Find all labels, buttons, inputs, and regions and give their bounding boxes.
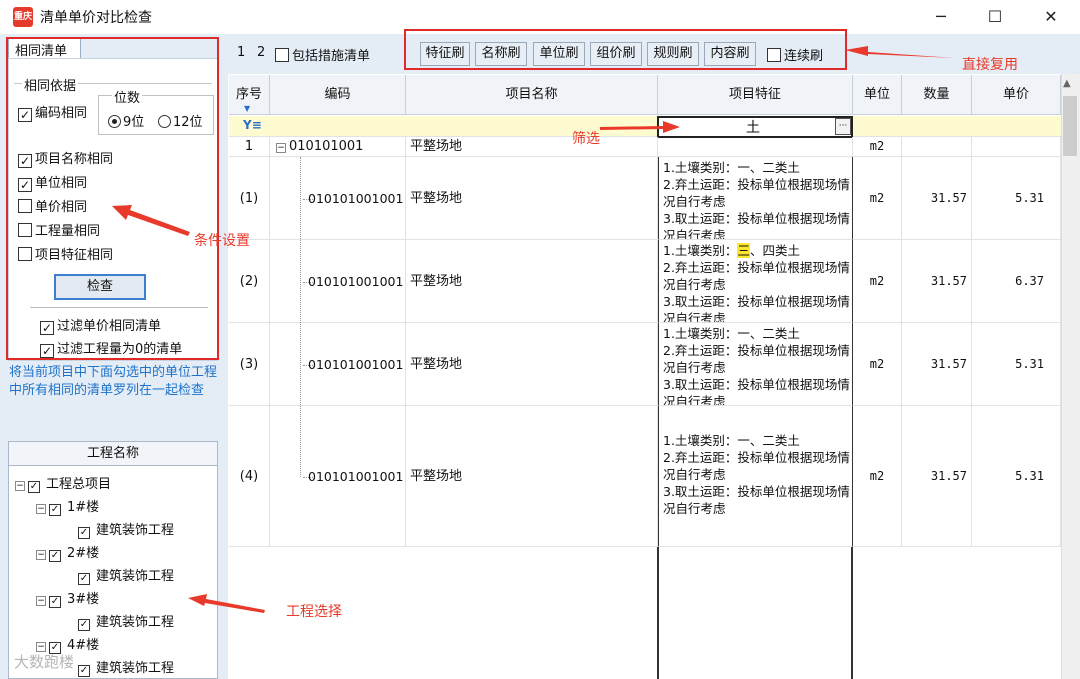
arrow-reuse-icon xyxy=(845,46,955,58)
arrow-conditions-icon xyxy=(112,205,190,236)
arrow-filter-icon xyxy=(600,121,680,133)
annotation-arrows xyxy=(112,46,955,613)
arrow-project-icon xyxy=(188,594,265,613)
